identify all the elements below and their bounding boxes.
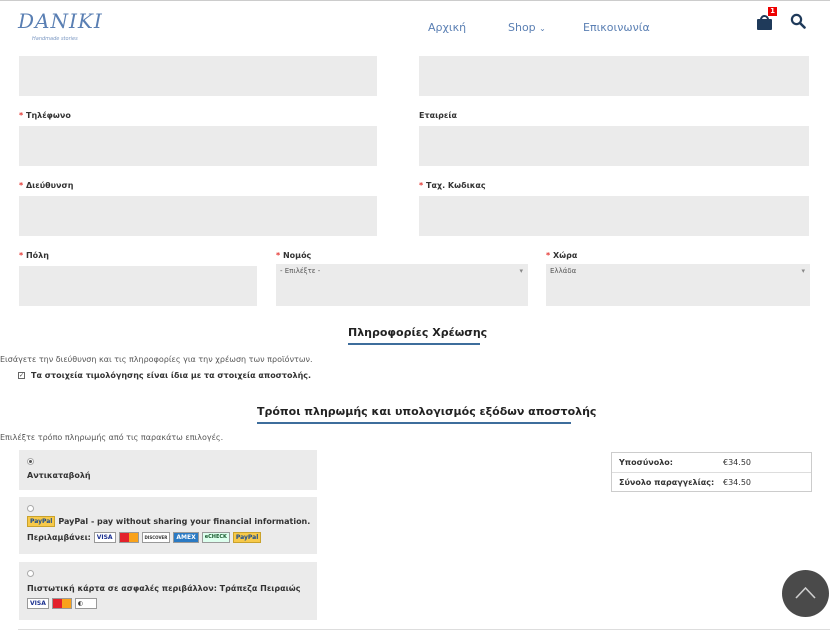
card-logos-row: VISA ◐ [27,598,100,609]
same-as-shipping-checkbox[interactable]: ✓ [18,372,25,379]
nav-home-link[interactable]: Αρχική [428,21,466,34]
visa-logo: VISA [27,598,49,609]
card-radio[interactable] [27,570,34,577]
discover-logo: DISCOVER [141,532,171,543]
payment-note: Επιλέξτε τρόπο πληρωμής από τις παρακάτω… [0,433,224,442]
bottom-divider [18,629,830,630]
phone-field[interactable] [19,126,377,166]
city-field[interactable] [19,266,257,306]
billing-section-title: Πληροφορίες Χρέωσης [348,326,488,339]
chevron-up-icon [795,586,816,599]
echeck-logo: eCHECK [201,532,230,543]
required-mark: * [19,181,24,190]
amex-logo: AMEX [173,532,199,543]
card-label: Πιστωτική κάρτα σε ασφαλές περιβάλλον: Τ… [27,584,301,593]
zip-label: * Ταχ. Κωδικας [419,181,486,190]
site-logo[interactable]: DANIKI Handmade stories [18,9,102,43]
order-totals-table: Υποσύνολο: €34.50 Σύνολο παραγγελίας: €3… [611,452,812,492]
includes-label: Περιλαμβάνει: [27,533,91,542]
payment-option-card[interactable]: Πιστωτική κάρτα σε ασφαλές περιβάλλον: Τ… [19,562,317,620]
lastname-field[interactable] [419,56,809,96]
paypal-logo: PayPal [27,516,56,527]
caret-down-icon: ▾ [519,267,523,275]
address-label-text: Διεύθυνση [25,181,74,190]
total-row: Σύνολο παραγγελίας: €34.50 [612,472,811,491]
scroll-to-top-button[interactable] [782,570,829,617]
country-label: * Χώρα [546,251,577,260]
address-label: * Διεύθυνση [19,181,73,190]
county-label-text: Νομός [282,251,312,260]
total-label: Σύνολο παραγγελίας: [619,478,715,487]
name-field[interactable] [19,56,377,96]
subtotal-row: Υποσύνολο: €34.50 [612,453,811,472]
company-field[interactable] [419,126,809,166]
required-mark: * [419,181,424,190]
paypal-small-logo: PayPal [232,532,262,543]
total-value: €34.50 [723,478,751,487]
payment-option-paypal[interactable]: PayPal PayPal - pay without sharing your … [19,497,317,554]
same-as-shipping-label: Τα στοιχεία τιμολόγησης είναι ίδια με τα… [31,371,312,380]
subtotal-label: Υποσύνολο: [619,458,673,467]
search-icon[interactable] [790,13,806,29]
diners-logo: ◐ [74,598,97,609]
paypal-label: PayPal - pay without sharing your financ… [58,517,311,526]
county-selected-value: - Επιλέξτε - [280,267,321,275]
country-label-text: Χώρα [552,251,578,260]
caret-down-icon: ▾ [801,267,805,275]
cod-radio[interactable] [27,458,34,465]
payment-title-underline [257,422,571,424]
required-mark: * [276,251,281,260]
city-label-text: Πόλη [25,251,49,260]
site-header: DANIKI Handmade stories Αρχική Shop ⌄ Επ… [0,0,830,50]
country-selected-value: Ελλάδα [550,267,577,275]
zip-label-text: Ταχ. Κωδικας [425,181,486,190]
billing-title-underline [348,343,480,345]
city-label: * Πόλη [19,251,49,260]
phone-label-text: Τηλέφωνο [25,111,71,120]
logo-mark: DANIKI [18,9,103,33]
phone-label: * Τηλέφωνο [19,111,71,120]
chevron-down-icon: ⌄ [539,24,546,33]
address-field[interactable] [19,196,377,236]
required-mark: * [19,251,24,260]
nav-shop-link[interactable]: Shop ⌄ [508,21,546,34]
country-select[interactable]: Ελλάδα ▾ [546,264,810,306]
subtotal-value: €34.50 [723,458,751,467]
same-as-shipping-row[interactable]: ✓ Τα στοιχεία τιμολόγησης είναι ίδια με τ… [18,371,311,380]
paypal-title-row: PayPal PayPal - pay without sharing your … [27,516,310,527]
zip-field[interactable] [419,196,809,236]
payment-option-cod[interactable]: Αντικαταβολή [19,450,317,490]
cart-count-badge: 1 [768,7,777,16]
logo-tagline: Handmade stories [32,36,78,42]
county-label: * Νομός [276,251,311,260]
payment-section-title: Τρόποι πληρωμής και υπολογισμός εξόδων α… [257,405,597,418]
paypal-radio[interactable] [27,505,34,512]
cod-label: Αντικαταβολή [27,471,91,480]
billing-note: Εισάγετε την διεύθυνση και τις πληροφορί… [0,355,313,364]
nav-shop-label: Shop [508,21,536,34]
cart-button[interactable]: 1 [756,7,777,31]
required-mark: * [19,111,24,120]
nav-contact-link[interactable]: Επικοινωνία [583,21,650,34]
mastercard-logo [118,532,139,543]
paypal-includes-row: Περιλαμβάνει: VISA DISCOVER AMEX eCHECK PayP… [27,532,264,543]
company-label: Εταιρεία [419,111,457,120]
county-select[interactable]: - Επιλέξτε - ▾ [276,264,528,306]
shopping-bag-icon [757,19,772,30]
visa-logo: VISA [93,532,116,543]
required-mark: * [546,251,551,260]
mastercard-logo [51,598,72,609]
